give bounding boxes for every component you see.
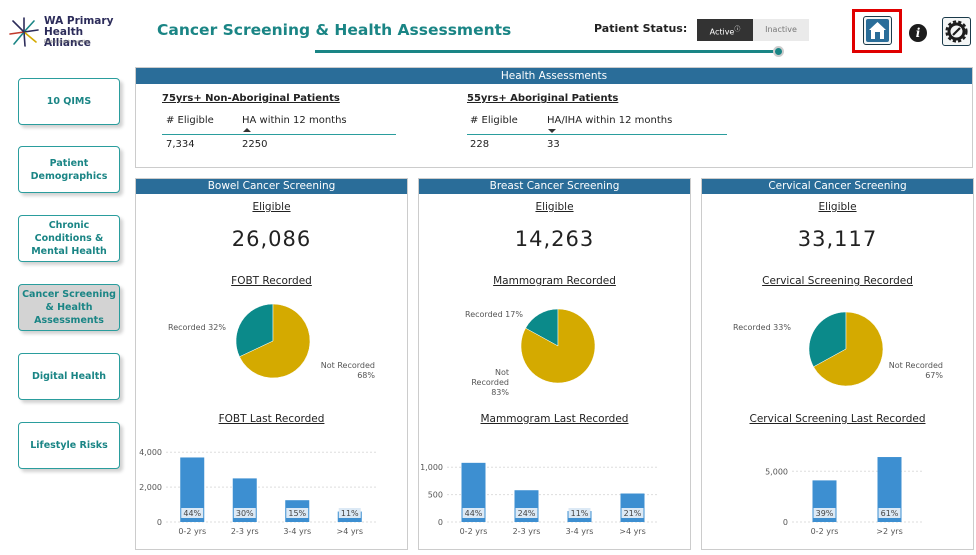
y-tick-label: 0 (783, 518, 788, 527)
home-icon (866, 19, 889, 42)
ha-left-divider (162, 134, 396, 135)
ha-left-col-ha[interactable]: HA within 12 months (242, 115, 347, 126)
status-slider-track (315, 50, 780, 53)
settings-gear-icon (945, 20, 968, 43)
x-tick-label: 2-3 yrs (231, 527, 259, 536)
cervical-screening-card: Cervical Cancer Screening Eligible 33,11… (701, 178, 974, 550)
x-tick-label: 0-2 yrs (460, 527, 488, 536)
bar-data-label: 44% (183, 509, 201, 518)
health-assessments-header: Health Assessments (136, 68, 972, 84)
ha-right-divider (467, 134, 727, 135)
bar-data-label: 39% (816, 509, 834, 518)
wapha-logo: WA Primary Health Alliance Better health… (8, 14, 128, 50)
nav-cancer-screening[interactable]: Cancer Screening & Health Assessments (18, 284, 120, 331)
logo-tagline: Better health, together (44, 39, 91, 44)
status-slider-knob[interactable] (773, 46, 784, 57)
bar-data-label: 30% (236, 509, 254, 518)
ha-left-eligible-value: 7,334 (166, 139, 195, 150)
patient-status-toggle[interactable]: Activeⓘ Inactive (697, 19, 809, 41)
y-tick-label: 500 (428, 491, 443, 500)
x-tick-label: 3-4 yrs (283, 527, 311, 536)
bar-data-label: 11% (571, 509, 589, 518)
info-superscript-icon: ⓘ (734, 26, 741, 33)
x-tick-label: 0-2 yrs (178, 527, 206, 536)
patient-status-label: Patient Status: (594, 22, 688, 35)
page-title: Cancer Screening & Health Assessments (157, 21, 512, 39)
info-icon[interactable]: i (909, 24, 927, 42)
ha-right-title: 55yrs+ Aboriginal Patients (467, 93, 619, 104)
breast-screening-card: Breast Cancer Screening Eligible 14,263 … (418, 178, 691, 550)
nav-10-qims[interactable]: 10 QIMS (18, 78, 120, 125)
cervical-last-recorded-chart: 0 5,000 39% 0-2 yrs 61% >2 yrs (765, 457, 922, 536)
ha-left-title: 75yrs+ Non-Aboriginal Patients (162, 93, 340, 104)
starburst-logo-icon (9, 17, 39, 47)
sort-descending-icon[interactable] (548, 129, 556, 133)
home-button[interactable] (863, 16, 892, 45)
bowel-screening-card: Bowel Cancer Screening Eligible 26,086 F… (135, 178, 408, 550)
health-assessments-panel: Health Assessments 75yrs+ Non-Aboriginal… (135, 67, 973, 168)
x-tick-label: 0-2 yrs (811, 527, 839, 536)
status-inactive-option[interactable]: Inactive (753, 19, 809, 41)
bar-data-label: 61% (881, 509, 899, 518)
y-tick-label: 5,000 (765, 467, 788, 476)
x-tick-label: 2-3 yrs (513, 527, 541, 536)
x-tick-label: >4 yrs (336, 527, 363, 536)
y-tick-label: 1,000 (420, 463, 443, 472)
logo-line-2: Health Alliance (44, 26, 91, 49)
y-tick-label: 2,000 (139, 483, 162, 492)
x-tick-label: >4 yrs (619, 527, 646, 536)
bar-data-label: 44% (465, 509, 483, 518)
ha-left-col-eligible[interactable]: # Eligible (166, 115, 214, 126)
fobt-last-recorded-chart: 0 2,000 4,000 44% 0-2 yrs 30% 2-3 yrs 15% 3-4 yr… (139, 448, 376, 536)
settings-button[interactable] (942, 17, 971, 46)
ha-right-col-eligible[interactable]: # Eligible (470, 115, 518, 126)
status-active-option[interactable]: Activeⓘ (697, 19, 753, 41)
ha-right-col-ha[interactable]: HA/IHA within 12 months (547, 115, 672, 126)
nav-patient-demographics[interactable]: Patient Demographics (18, 146, 120, 193)
ha-right-ha-value: 33 (547, 139, 560, 150)
y-tick-label: 4,000 (139, 448, 162, 457)
dashboard: { "header": { "logo_line1": "WA Primary"… (0, 0, 976, 555)
y-tick-label: 0 (157, 518, 162, 527)
bar-data-label: 11% (341, 509, 359, 518)
y-tick-label: 0 (438, 518, 443, 527)
nav-chronic-conditions[interactable]: Chronic Conditions & Mental Health (18, 215, 120, 262)
sort-ascending-icon[interactable] (243, 128, 251, 132)
status-active-label: Active (709, 27, 735, 37)
bar-data-label: 24% (518, 509, 536, 518)
mammogram-last-recorded-chart: 0 500 1,000 44% 0-2 yrs 24% 2-3 yrs 11% 3-4 yrs 2… (420, 462, 659, 536)
x-tick-label: >2 yrs (876, 527, 903, 536)
ha-left-ha-value: 2250 (242, 139, 268, 150)
ha-right-eligible-value: 228 (470, 139, 490, 150)
bar-data-label: 15% (288, 509, 306, 518)
bar-data-label: 21% (624, 509, 642, 518)
nav-digital-health[interactable]: Digital Health (18, 353, 120, 400)
x-tick-label: 3-4 yrs (566, 527, 594, 536)
nav-lifestyle-risks[interactable]: Lifestyle Risks (18, 422, 120, 469)
